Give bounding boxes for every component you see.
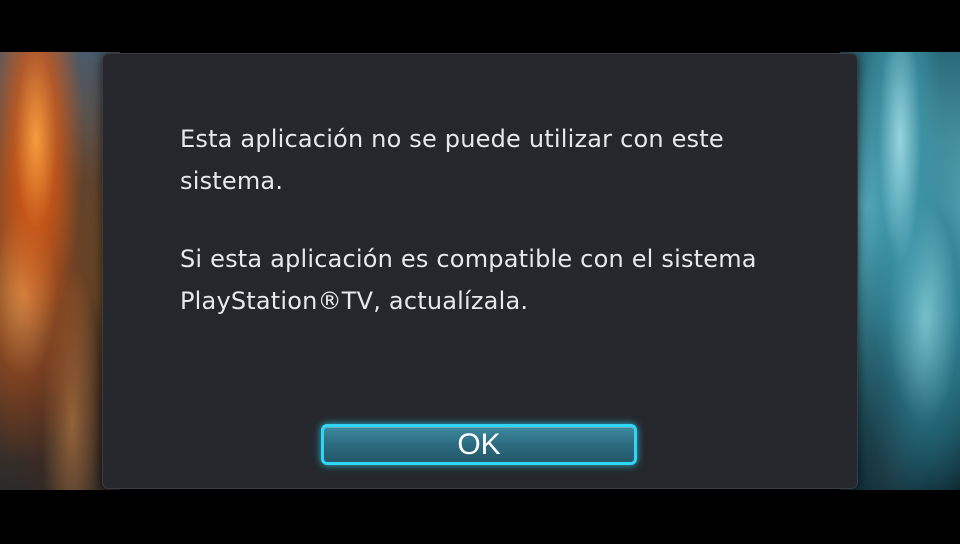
background-artwork-right <box>840 52 960 490</box>
dialog-message: Esta aplicación no se puede utilizar con… <box>180 118 800 358</box>
background-artwork-left <box>0 52 120 490</box>
message-unsupported: Esta aplicación no se puede utilizar con… <box>180 125 724 195</box>
message-update-hint: Si esta aplicación es compatible con el … <box>180 245 757 315</box>
error-dialog: Esta aplicación no se puede utilizar con… <box>103 54 857 488</box>
ok-button[interactable]: OK <box>321 424 637 465</box>
screen: Esta aplicación no se puede utilizar con… <box>0 0 960 544</box>
